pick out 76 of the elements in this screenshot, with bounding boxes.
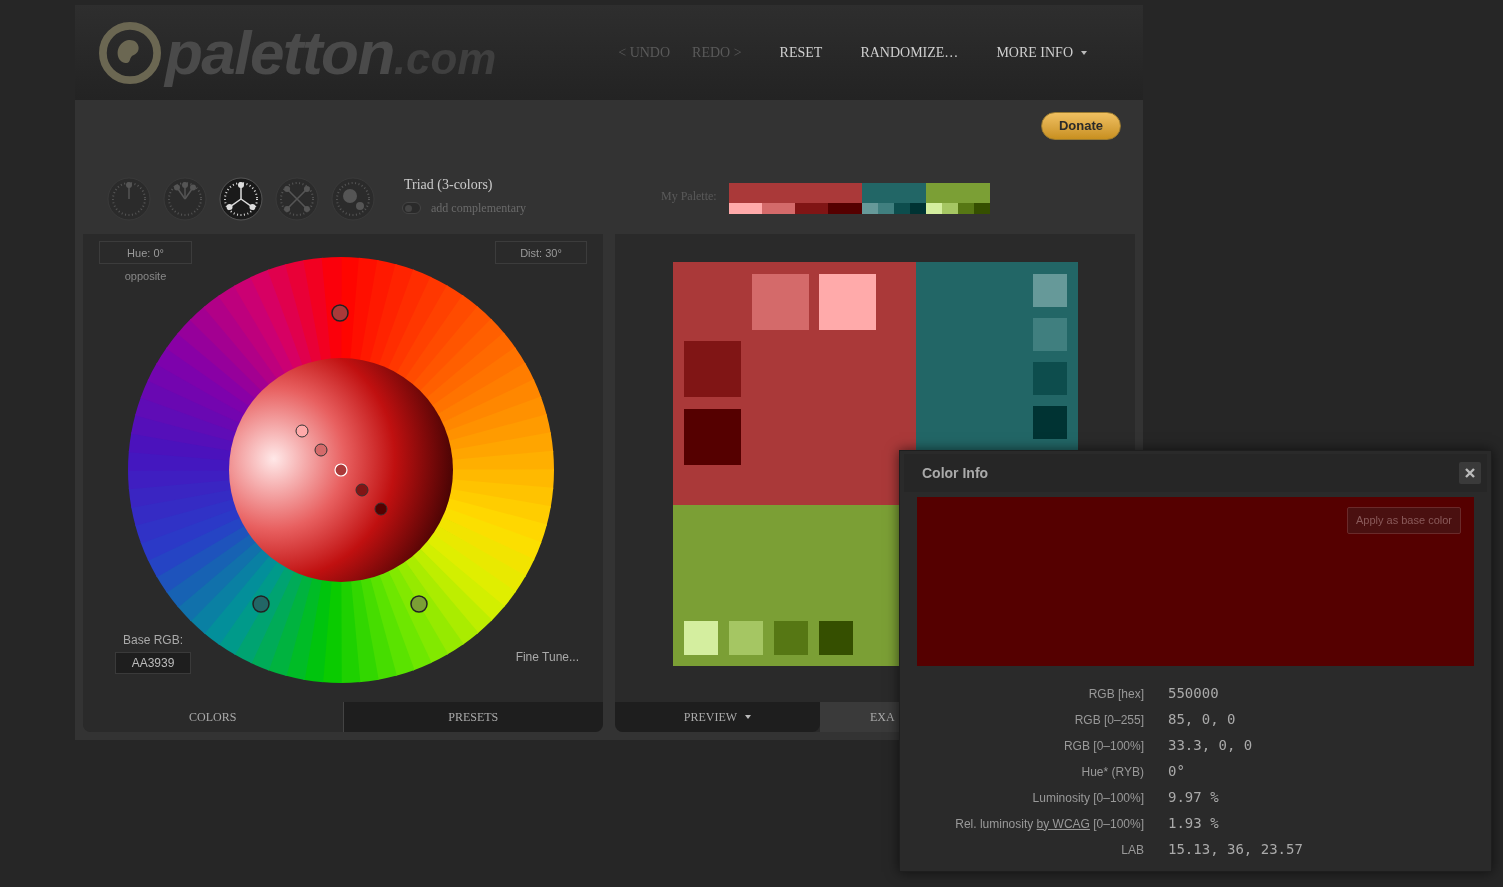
nav-link[interactable]: RESET — [779, 42, 823, 63]
info-value: 550000 — [1168, 684, 1219, 703]
palette-swatch[interactable] — [795, 203, 829, 214]
info-label: Rel. luminosity by WCAG [0–100%] — [954, 815, 1144, 833]
info-value: 85, 0, 0 — [1168, 710, 1236, 729]
scheme-dial-icon — [275, 176, 319, 221]
shade-handle[interactable] — [374, 502, 388, 516]
hue-handle[interactable] — [410, 595, 428, 614]
info-label: RGB [0–100%] — [1062, 737, 1144, 755]
scheme-dial-icon — [163, 176, 207, 221]
palette-swatch[interactable] — [925, 183, 990, 203]
wcag-link[interactable]: by WCAG — [1036, 816, 1090, 831]
palette-swatch[interactable] — [861, 203, 878, 214]
shade-swatch[interactable] — [774, 621, 808, 656]
shade-handle[interactable] — [314, 443, 328, 457]
dialog-title: Color Info — [922, 463, 989, 483]
donate-button[interactable]: Donate — [1040, 112, 1121, 140]
shade-disc[interactable] — [229, 358, 453, 583]
panel-tab[interactable]: PRESETS — [342, 702, 603, 732]
shade-handle[interactable] — [355, 483, 369, 497]
palette-swatch[interactable] — [828, 203, 862, 214]
scheme-dial-icon — [107, 176, 151, 221]
scheme-button[interactable] — [219, 176, 263, 221]
info-label: Luminosity [0–100%] — [1031, 789, 1144, 807]
panel-tab[interactable]: PREVIEW — [615, 702, 820, 732]
palette-swatch[interactable] — [941, 203, 958, 214]
nav-link[interactable]: MORE INFO — [996, 42, 1087, 63]
shade-swatch[interactable] — [684, 621, 718, 656]
scheme-name: Triad (3-colors) — [404, 176, 494, 194]
palette-swatch[interactable] — [861, 183, 926, 203]
caret-icon — [745, 715, 752, 719]
color-preview-block[interactable] — [673, 262, 916, 506]
shade-swatch[interactable] — [1033, 362, 1067, 396]
shade-swatch[interactable] — [819, 274, 876, 331]
shade-swatch[interactable] — [684, 341, 741, 398]
shade-swatch[interactable] — [752, 274, 809, 331]
palette-swatch[interactable] — [973, 203, 990, 214]
hue-field[interactable]: Hue: 0° — [99, 241, 192, 265]
palette-swatch[interactable] — [728, 203, 762, 214]
hue-note: opposite — [124, 269, 167, 285]
shade-swatch[interactable] — [819, 621, 853, 656]
shade-swatch[interactable] — [1033, 274, 1067, 308]
shade-handle[interactable] — [295, 424, 309, 438]
info-value: 33.3, 0, 0 — [1168, 736, 1253, 755]
info-value: 15.13, 36, 23.57 — [1168, 840, 1303, 859]
logo-drop-icon — [99, 21, 161, 84]
palette-swatch[interactable] — [909, 203, 926, 214]
shade-swatch[interactable] — [1033, 318, 1067, 352]
close-button[interactable] — [1459, 462, 1481, 484]
nav-link[interactable]: RANDOMIZE… — [860, 42, 959, 63]
palette-swatch[interactable] — [893, 203, 910, 214]
base-rgb-field[interactable]: AA3939 — [115, 652, 191, 675]
info-label: LAB — [1120, 841, 1144, 859]
info-label: RGB [0–255] — [1073, 711, 1144, 729]
info-value: 9.97 % — [1168, 788, 1219, 807]
info-label: RGB [hex] — [1087, 685, 1144, 703]
info-value: 1.93 % — [1168, 814, 1219, 833]
palette-swatch[interactable] — [728, 183, 862, 203]
shade-swatch[interactable] — [729, 621, 763, 656]
close-icon — [1465, 468, 1475, 478]
palette-swatch[interactable] — [957, 203, 974, 214]
shade-swatch[interactable] — [1033, 406, 1067, 440]
info-value: 0° — [1168, 762, 1185, 781]
palette-swatch[interactable] — [877, 203, 894, 214]
dist-field[interactable]: Dist: 30° — [495, 241, 587, 265]
hue-handle[interactable] — [331, 304, 349, 323]
fine-tune-button[interactable]: Fine Tune... — [515, 648, 579, 667]
scheme-dial-icon — [219, 176, 263, 221]
caret-icon — [1081, 50, 1087, 55]
hue-handle[interactable] — [252, 595, 270, 614]
base-rgb-label: Base RGB: — [123, 632, 183, 650]
shade-swatch[interactable] — [684, 409, 741, 466]
palette-swatch[interactable] — [925, 203, 942, 214]
complementary-toggle[interactable] — [402, 202, 421, 214]
info-label: Hue* (RYB) — [1080, 763, 1144, 781]
palette-swatch[interactable] — [761, 203, 796, 214]
